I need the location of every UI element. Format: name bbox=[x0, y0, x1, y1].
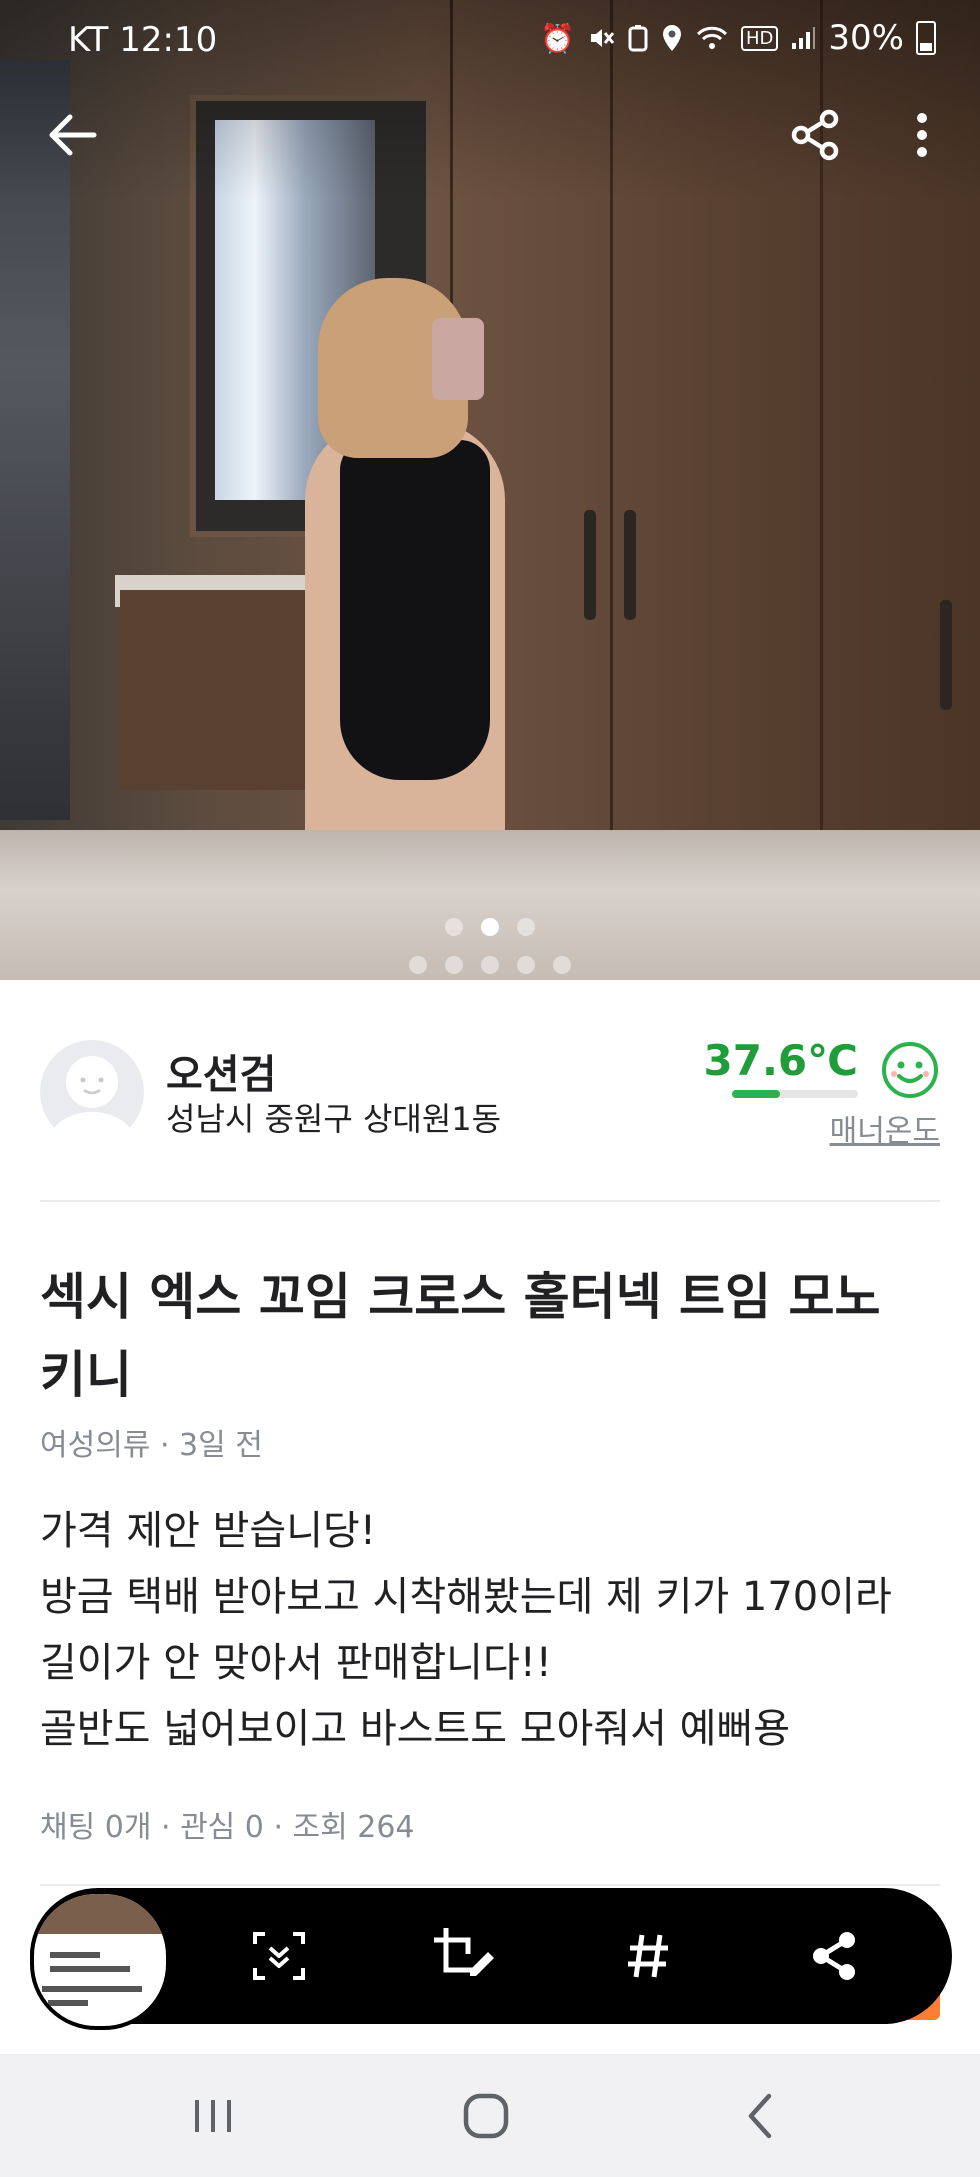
app-bar bbox=[0, 90, 980, 180]
description-line: 방금 택배 받아보고 시착해봤는데 제 키가 170이라 bbox=[40, 1574, 892, 1620]
description-line: 가격 제안 받습니당! bbox=[40, 1508, 376, 1554]
scroll-capture-icon bbox=[253, 1932, 305, 1980]
status-icons: ⏰ HD 30% bbox=[540, 18, 936, 58]
article-description: 가격 제안 받습니당! 방금 택배 받아보고 시착해봤는데 제 키가 170이라… bbox=[40, 1498, 940, 1762]
photo-cabinet-handle bbox=[584, 510, 596, 620]
photo-reflection-indicator bbox=[0, 918, 980, 936]
back-arrow-icon bbox=[49, 114, 97, 156]
photo-cabinet-handle bbox=[624, 510, 636, 620]
thumbnail-line bbox=[50, 1952, 100, 1958]
page-dot bbox=[517, 956, 535, 974]
default-avatar-icon bbox=[48, 1056, 136, 1144]
thumbnail-line bbox=[48, 2000, 88, 2006]
thumbnail-line bbox=[50, 1966, 130, 1972]
home-icon bbox=[463, 2093, 509, 2139]
screenshot-toolbar bbox=[30, 1888, 952, 2030]
photo-cabinet-handle bbox=[940, 600, 952, 710]
hashtag-button[interactable] bbox=[608, 1916, 688, 1996]
status-bar: KT 12:10 ⏰ HD 30% bbox=[0, 0, 980, 80]
thumbnail-photo bbox=[34, 1894, 166, 1934]
article-meta: 여성의류 · 3일 전 bbox=[40, 1420, 263, 1464]
avatar[interactable] bbox=[40, 1040, 144, 1144]
meta-separator: · bbox=[159, 1428, 180, 1463]
description-line: 골반도 넓어보이고 바스트도 모아줘서 예뻐용 bbox=[40, 1706, 791, 1752]
back-button[interactable] bbox=[32, 95, 112, 175]
share-icon bbox=[791, 109, 839, 161]
view-count: 조회 264 bbox=[292, 1810, 415, 1845]
manner-temperature-fill bbox=[732, 1090, 780, 1098]
crop-edit-button[interactable] bbox=[424, 1916, 504, 1996]
smile-face-icon bbox=[882, 1042, 938, 1098]
photo-phone bbox=[432, 318, 484, 400]
profile-divider bbox=[40, 1200, 940, 1202]
reflection-dot bbox=[517, 918, 535, 936]
back-icon bbox=[748, 2093, 772, 2139]
share-screenshot-button[interactable] bbox=[794, 1916, 874, 1996]
recent-apps-icon bbox=[195, 2100, 231, 2132]
manner-temperature-bar bbox=[732, 1090, 858, 1098]
battery-percent: 30% bbox=[828, 18, 904, 58]
photo-swimsuit bbox=[340, 440, 490, 780]
page-dot bbox=[409, 956, 427, 974]
stats-separator: · bbox=[273, 1810, 293, 1845]
seller-profile[interactable]: 오션검 성남시 중원구 상대원1동 37.6℃ 매너온도 bbox=[40, 1036, 940, 1160]
stats-separator: · bbox=[160, 1810, 181, 1845]
home-button[interactable] bbox=[441, 2078, 531, 2154]
hashtag-icon bbox=[628, 1934, 668, 1978]
manner-temperature-value: 37.6℃ bbox=[703, 1036, 859, 1085]
crop-edit-icon bbox=[434, 1928, 494, 1976]
share-button[interactable] bbox=[775, 95, 855, 175]
wifi-icon bbox=[696, 26, 728, 49]
page-dot bbox=[553, 956, 571, 974]
posted-time: 3일 전 bbox=[179, 1428, 263, 1463]
seller-nickname: 오션검 bbox=[166, 1052, 277, 1098]
alarm-icon: ⏰ bbox=[540, 21, 576, 55]
seller-region: 성남시 중원구 상대원1동 bbox=[166, 1100, 502, 1138]
like-count: 관심 0 bbox=[180, 1810, 264, 1845]
recent-apps-button[interactable] bbox=[168, 2078, 258, 2154]
clock: 12:10 bbox=[119, 20, 218, 60]
reflection-dot bbox=[481, 918, 499, 936]
status-carrier-time: KT 12:10 bbox=[68, 20, 217, 60]
signal-icon bbox=[792, 27, 816, 49]
page-dot bbox=[481, 956, 499, 974]
description-line: 길이가 안 맞아서 판매합니다!! bbox=[40, 1640, 552, 1686]
screenshot-thumbnail[interactable] bbox=[30, 1890, 170, 2030]
article-title: 섹시 엑스 꼬임 크로스 홀터넥 트임 모노키니 bbox=[40, 1268, 881, 1404]
more-vert-icon bbox=[917, 113, 927, 157]
location-icon bbox=[663, 25, 682, 51]
battery-saver-icon bbox=[628, 25, 648, 52]
battery-icon bbox=[916, 21, 936, 55]
scroll-capture-button[interactable] bbox=[239, 1916, 319, 1996]
reflection-dot bbox=[445, 918, 463, 936]
hd-voice-icon: HD bbox=[741, 25, 779, 51]
article-stats: 채팅 0개 · 관심 0 · 조회 264 bbox=[40, 1802, 415, 1846]
gallery-page-indicator bbox=[0, 956, 980, 974]
carrier-label: KT bbox=[68, 20, 109, 60]
stats-divider bbox=[40, 1884, 940, 1886]
system-nav-bar bbox=[0, 2054, 980, 2177]
manner-temperature-label[interactable]: 매너온도 bbox=[830, 1106, 940, 1150]
system-back-button[interactable] bbox=[715, 2078, 805, 2154]
page-dot bbox=[445, 956, 463, 974]
category-link[interactable]: 여성의류 bbox=[40, 1428, 150, 1463]
more-options-button[interactable] bbox=[882, 95, 962, 175]
share-icon bbox=[813, 1932, 855, 1980]
thumbnail-line bbox=[42, 1986, 142, 1992]
mute-icon bbox=[591, 29, 615, 47]
chat-count: 채팅 0개 bbox=[40, 1810, 152, 1845]
